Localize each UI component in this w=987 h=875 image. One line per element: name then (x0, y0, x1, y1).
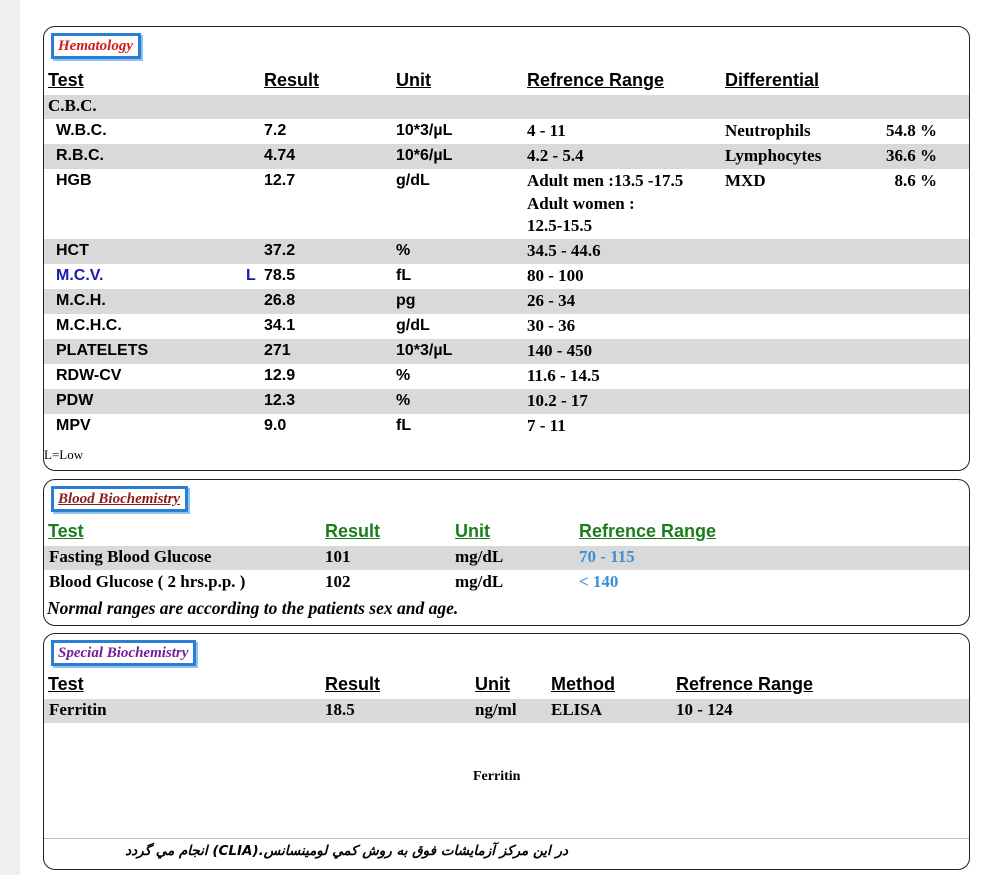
reference-range: 30 - 36 (527, 315, 576, 335)
test-result: 12.7 (264, 172, 296, 189)
row-band (44, 144, 969, 169)
test-unit: g/dL (396, 316, 430, 334)
row-band (44, 288, 969, 314)
header-test: Test (48, 70, 84, 90)
bb-row-1-unit: mg/dL (455, 547, 504, 566)
reference-range: 11.6 - 14.5 (527, 365, 600, 385)
test-unit: fL (396, 266, 412, 284)
group-label: C.B.C. (48, 96, 97, 115)
test-result: 34.1 (264, 316, 296, 334)
test-result: 9.0 (264, 416, 287, 434)
test-name: M.C.H. (56, 291, 106, 309)
bb-row-2-result: 102 (325, 572, 351, 591)
sb-row-unit: ng/ml (475, 700, 517, 719)
normal-range-note: Normal ranges are according to the patie… (47, 598, 459, 618)
test-name: R.B.C. (56, 147, 104, 164)
sb-header-test: Test (48, 674, 84, 694)
differential-name: Neutrophils (725, 121, 811, 140)
bb-header-test: Test (48, 521, 84, 541)
header-range: Refrence Range (527, 70, 665, 90)
footer-divider (44, 838, 969, 839)
hematology-panel: Hematology Test Result Unit Refrence Ran… (43, 26, 970, 471)
test-unit: % (396, 241, 411, 259)
bb-row-2-range: < 140 (579, 572, 619, 591)
clia-footer-note: در اين مركز آزمايشات فوق به روش كمي لومي… (125, 843, 568, 859)
sb-header-result: Result (325, 674, 381, 694)
test-name: HGB (56, 172, 92, 189)
test-result: 37.2 (264, 241, 296, 259)
row-band (44, 238, 969, 264)
reference-range: 7 - 11 (527, 415, 566, 435)
sb-header-range: Refrence Range (676, 674, 814, 694)
test-unit: % (396, 366, 411, 384)
test-name: RDW-CV (56, 366, 122, 384)
reference-range: 12.5-15.5 (527, 216, 593, 235)
reference-range: 4.2 - 5.4 (527, 146, 584, 165)
group-band (44, 95, 969, 119)
sb-row-test: Ferritin (49, 700, 107, 719)
row-band (44, 338, 969, 364)
test-result: 12.9 (264, 366, 296, 384)
bb-row-2-unit: mg/dL (455, 572, 504, 591)
test-unit: pg (396, 291, 416, 309)
test-result: 78.5 (264, 266, 296, 284)
bb-header-unit: Unit (455, 521, 490, 541)
special-biochemistry-title: Special Biochemistry (51, 640, 197, 666)
bb-row-1-test: Fasting Blood Glucose (49, 547, 212, 566)
legend-low: L=Low (44, 447, 84, 462)
special-biochemistry-panel: Special Biochemistry Test Result Unit Me… (43, 633, 970, 870)
blood-biochemistry-title: Blood Biochemistry (51, 486, 189, 512)
test-result: 12.3 (264, 391, 296, 409)
header-differential: Differential (725, 70, 820, 90)
sb-header-method: Method (551, 674, 615, 694)
reference-range: 10.2 - 17 (527, 390, 588, 410)
test-name: HCT (56, 241, 89, 259)
bb-header-result: Result (325, 521, 381, 541)
test-name: PDW (56, 391, 94, 409)
reference-range: 26 - 34 (527, 290, 576, 310)
test-unit: 10*6/µL (396, 147, 453, 164)
test-unit: 10*3/µL (396, 122, 453, 139)
differential-value: 36.6 % (886, 146, 937, 165)
bb-row-1-result: 101 (325, 547, 351, 566)
sb-header-unit: Unit (475, 674, 510, 694)
bb-header-range: Refrence Range (579, 521, 717, 541)
bb-row-2-test: Blood Glucose ( 2 hrs.p.p. ) (49, 572, 246, 591)
header-result: Result (264, 70, 320, 90)
test-unit: fL (396, 416, 412, 434)
ferritin-chart-caption: Ferritin (473, 769, 521, 784)
hematology-title: Hematology (51, 33, 141, 59)
test-result: 271 (264, 341, 291, 359)
test-name: W.B.C. (56, 122, 107, 139)
test-unit: % (396, 391, 411, 409)
differential-name: Lymphocytes (725, 146, 822, 165)
test-name: PLATELETS (56, 341, 149, 359)
reference-range: Adult men :13.5 -17.5 (527, 171, 684, 190)
blood-biochemistry-panel: Blood Biochemistry Test Result Unit Refr… (43, 479, 970, 626)
reference-range: 80 - 100 (527, 265, 584, 285)
differential-value: 54.8 % (886, 121, 937, 140)
sb-row-method: ELISA (551, 700, 603, 719)
reference-range: 34.5 - 44.6 (527, 240, 601, 260)
bb-row-1-range: 70 - 115 (579, 547, 635, 566)
header-unit: Unit (396, 70, 431, 90)
test-result: 4.74 (264, 147, 296, 164)
test-name: M.C.V. (56, 266, 104, 284)
test-result: 26.8 (264, 291, 296, 309)
reference-range: 4 - 11 (527, 121, 566, 140)
test-name: M.C.H.C. (56, 316, 122, 334)
test-result: 7.2 (264, 122, 287, 139)
sb-row-range: 10 - 124 (676, 700, 733, 719)
sb-row-result: 18.5 (325, 700, 355, 719)
report-page: Hematology Test Result Unit Refrence Ran… (20, 0, 987, 875)
low-flag: L (246, 266, 256, 284)
test-unit: 10*3/µL (396, 341, 453, 359)
reference-range: 140 - 450 (527, 340, 593, 360)
row-band (44, 388, 969, 414)
differential-name: MXD (725, 171, 766, 190)
differential-value: 8.6 % (894, 171, 938, 190)
reference-range: Adult women : (527, 193, 635, 213)
test-unit: g/dL (396, 172, 430, 189)
test-name: MPV (56, 416, 91, 434)
